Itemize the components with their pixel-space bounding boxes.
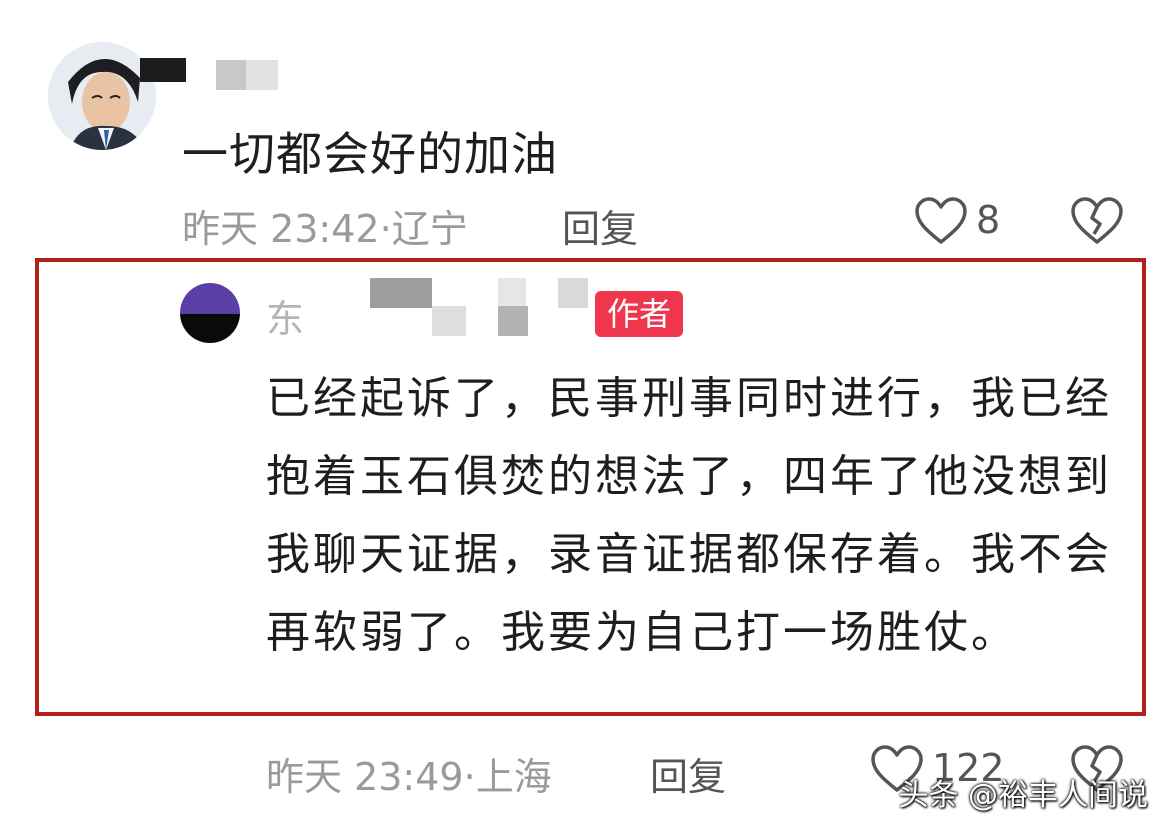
broken-heart-icon[interactable]: [1070, 196, 1124, 246]
comment-reply-button[interactable]: 回复: [562, 198, 638, 253]
comment-location: 辽宁: [391, 207, 468, 251]
author-name-redacted-2: [432, 306, 466, 336]
author-name: 东: [266, 297, 305, 341]
comment-text: 一切都会好的加油: [182, 127, 558, 181]
author-name-redacted-3: [498, 278, 526, 306]
meta-separator: ·: [379, 207, 392, 251]
heart-icon[interactable]: [914, 196, 968, 246]
comment-like-count: 8: [976, 198, 1001, 242]
reply-text: 已经起诉了，民事刑事同时进行，我已经抱着玉石俱焚的想法了，四年了他没想到我聊天证…: [266, 373, 1112, 658]
commenter-name-redacted-3: [246, 60, 278, 90]
meta-separator: ·: [463, 755, 476, 799]
comment-time: 昨天 23:42: [182, 207, 380, 251]
author-reply: 东 作者 已经起诉了，民事刑事同时进行，我已经抱着玉石俱焚的想法了，四年了他没想…: [180, 276, 1130, 708]
author-badge: 作者: [595, 291, 684, 337]
reply-reply-button[interactable]: 回复: [650, 746, 726, 801]
author-name-redacted-4: [498, 306, 528, 336]
commenter-name-redacted: [140, 58, 186, 82]
comment-meta: 昨天 23:42·辽宁: [182, 198, 468, 253]
author-avatar[interactable]: [180, 283, 240, 343]
author-name-redacted: [370, 278, 432, 308]
commenter-name-redacted-2: [216, 60, 246, 90]
author-name-redacted-5: [558, 278, 588, 308]
watermark: 头条 @裕丰人间说: [898, 778, 1148, 813]
reply-time: 昨天 23:49: [266, 755, 464, 799]
reply-meta: 昨天 23:49·上海: [266, 746, 552, 801]
reply-location: 上海: [475, 755, 552, 799]
